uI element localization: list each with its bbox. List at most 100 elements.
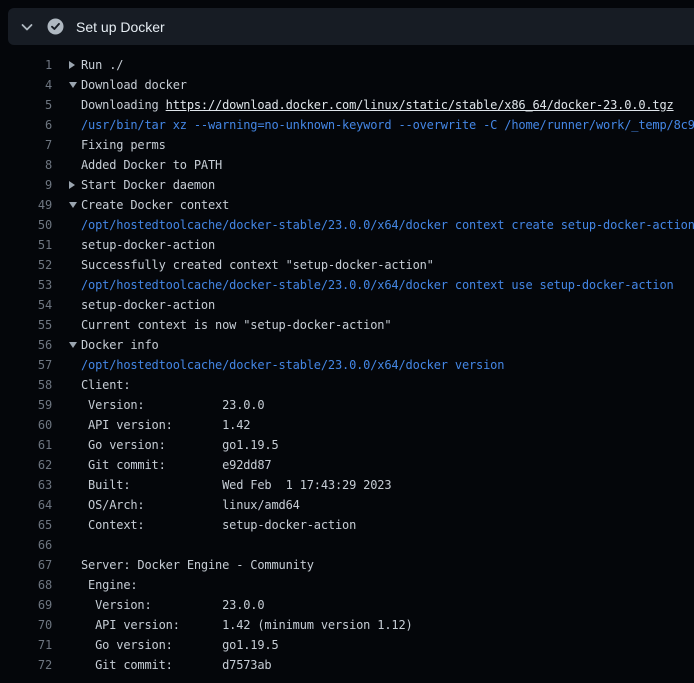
- line-number[interactable]: 72: [0, 655, 52, 675]
- log-line: 61 Go version: go1.19.5: [0, 435, 694, 455]
- log-link[interactable]: https://download.docker.com/linux/static…: [166, 98, 674, 112]
- log-text-segment: Built: Wed Feb 1 17:43:29 2023: [81, 478, 391, 492]
- line-number[interactable]: 67: [0, 555, 52, 575]
- triangle-right-icon[interactable]: [69, 61, 75, 69]
- group-toggle[interactable]: [69, 55, 81, 75]
- log-text-segment: Version: 23.0.0: [81, 398, 264, 412]
- log-text-segment: Client:: [81, 378, 130, 392]
- log-line: 6/usr/bin/tar xz --warning=no-unknown-ke…: [0, 115, 694, 135]
- group-header[interactable]: Docker info: [52, 335, 694, 355]
- log-text: Context: setup-docker-action: [52, 515, 694, 535]
- line-number[interactable]: 62: [0, 455, 52, 475]
- log-text: API version: 1.42 (minimum version 1.12): [52, 615, 694, 635]
- line-number[interactable]: 1: [0, 55, 52, 75]
- log-group-row: 49 Create Docker context: [0, 195, 694, 215]
- log-line: 62 Git commit: e92dd87: [0, 455, 694, 475]
- line-number[interactable]: 9: [0, 175, 52, 195]
- log-text-segment: Go version: go1.19.5: [81, 638, 279, 652]
- log-text-segment: Server: Docker Engine - Community: [81, 558, 314, 572]
- line-number[interactable]: 64: [0, 495, 52, 515]
- line-number[interactable]: 65: [0, 515, 52, 535]
- line-number[interactable]: 66: [0, 535, 52, 555]
- line-number[interactable]: 59: [0, 395, 52, 415]
- log-line: 8Added Docker to PATH: [0, 155, 694, 175]
- group-toggle[interactable]: [69, 195, 81, 215]
- log-line: 5Downloading https://download.docker.com…: [0, 95, 694, 115]
- line-number[interactable]: 50: [0, 215, 52, 235]
- line-number[interactable]: 68: [0, 575, 52, 595]
- log-line: 51 setup-docker-action: [0, 235, 694, 255]
- log-text-segment: Create Docker context: [81, 198, 229, 212]
- log-text: Go version: go1.19.5: [52, 635, 694, 655]
- group-header[interactable]: Run ./: [52, 55, 694, 75]
- log-group-row: 56Docker info: [0, 335, 694, 355]
- chevron-down-icon[interactable]: [19, 19, 35, 35]
- line-number[interactable]: 55: [0, 315, 52, 335]
- command-text: /opt/hostedtoolcache/docker-stable/23.0.…: [81, 218, 694, 232]
- log-text-segment: Download docker: [81, 78, 187, 92]
- log-line: 65 Context: setup-docker-action: [0, 515, 694, 535]
- log-text: setup-docker-action: [52, 235, 694, 255]
- line-number[interactable]: 7: [0, 135, 52, 155]
- log-text-segment: Go version: go1.19.5: [81, 438, 279, 452]
- line-number[interactable]: 6: [0, 115, 52, 135]
- check-circle-icon: [47, 18, 64, 35]
- line-number[interactable]: 69: [0, 595, 52, 615]
- log-output: 1Run ./4 Download docker 5Downloading http…: [0, 45, 694, 675]
- triangle-down-icon[interactable]: [69, 202, 77, 208]
- line-number[interactable]: 56: [0, 335, 52, 355]
- line-number[interactable]: 63: [0, 475, 52, 495]
- log-line: 69 Version: 23.0.0: [0, 595, 694, 615]
- triangle-right-icon[interactable]: [69, 181, 75, 189]
- line-number[interactable]: 54: [0, 295, 52, 315]
- group-header[interactable]: Create Docker context: [52, 195, 694, 215]
- step-header[interactable]: Set up Docker: [8, 8, 694, 45]
- log-line: 58 Client:: [0, 375, 694, 395]
- line-number[interactable]: 58: [0, 375, 52, 395]
- log-text: Version: 23.0.0: [52, 595, 694, 615]
- line-number[interactable]: 49: [0, 195, 52, 215]
- line-number[interactable]: 5: [0, 95, 52, 115]
- line-number[interactable]: 53: [0, 275, 52, 295]
- line-number[interactable]: 4: [0, 75, 52, 95]
- log-text: /opt/hostedtoolcache/docker-stable/23.0.…: [52, 275, 694, 295]
- log-text: Client:: [52, 375, 694, 395]
- log-line: 63 Built: Wed Feb 1 17:43:29 2023: [0, 475, 694, 495]
- command-text: /usr/bin/tar xz --warning=no-unknown-key…: [81, 118, 694, 132]
- group-header[interactable]: Download docker: [52, 75, 694, 95]
- log-text-segment: API version: 1.42 (minimum version 1.12): [81, 618, 413, 632]
- group-toggle[interactable]: [69, 175, 81, 195]
- line-number[interactable]: 8: [0, 155, 52, 175]
- log-text: Git commit: e92dd87: [52, 455, 694, 475]
- command-text: /opt/hostedtoolcache/docker-stable/23.0.…: [81, 278, 674, 292]
- log-line: 71 Go version: go1.19.5: [0, 635, 694, 655]
- log-line: 53/opt/hostedtoolcache/docker-stable/23.…: [0, 275, 694, 295]
- line-number[interactable]: 51: [0, 235, 52, 255]
- log-text: OS/Arch: linux/amd64: [52, 495, 694, 515]
- log-text: Downloading https://download.docker.com/…: [52, 95, 694, 115]
- log-line: 66: [0, 535, 694, 555]
- line-number[interactable]: 61: [0, 435, 52, 455]
- log-text: Current context is now "setup-docker-act…: [52, 315, 694, 335]
- triangle-down-icon[interactable]: [69, 82, 77, 88]
- log-text-segment: setup-docker-action: [81, 238, 215, 252]
- log-text: /opt/hostedtoolcache/docker-stable/23.0.…: [52, 215, 694, 235]
- log-line: 52Successfully created context "setup-do…: [0, 255, 694, 275]
- log-line: 50/opt/hostedtoolcache/docker-stable/23.…: [0, 215, 694, 235]
- line-number[interactable]: 60: [0, 415, 52, 435]
- log-line: 64 OS/Arch: linux/amd64: [0, 495, 694, 515]
- log-line: 72 Git commit: d7573ab: [0, 655, 694, 675]
- step-title: Set up Docker: [76, 19, 165, 35]
- line-number[interactable]: 52: [0, 255, 52, 275]
- log-text: Engine:: [52, 575, 694, 595]
- line-number[interactable]: 71: [0, 635, 52, 655]
- line-number[interactable]: 57: [0, 355, 52, 375]
- log-text: Server: Docker Engine - Community: [52, 555, 694, 575]
- triangle-down-icon[interactable]: [69, 342, 77, 348]
- group-toggle[interactable]: [69, 335, 81, 355]
- group-header[interactable]: Start Docker daemon: [52, 175, 694, 195]
- log-group-row: 9Start Docker daemon: [0, 175, 694, 195]
- group-toggle[interactable]: [69, 75, 81, 95]
- line-number[interactable]: 70: [0, 615, 52, 635]
- command-text: /opt/hostedtoolcache/docker-stable/23.0.…: [81, 358, 504, 372]
